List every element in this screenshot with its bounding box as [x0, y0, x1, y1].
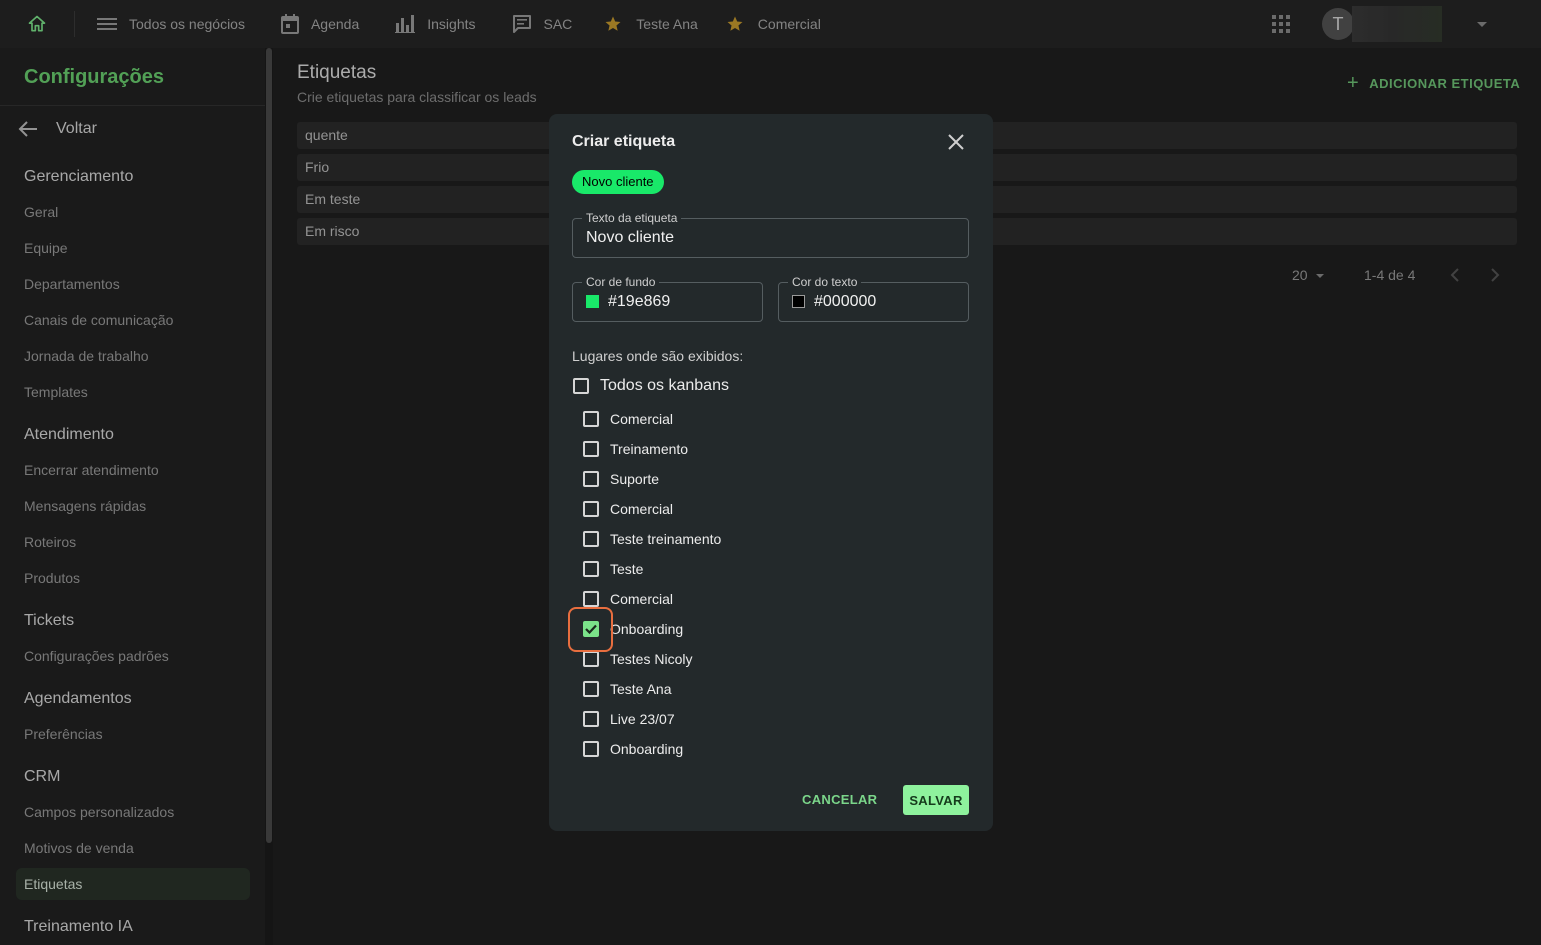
field-label: Cor de fundo: [582, 275, 660, 289]
places-label: Lugares onde são exibidos:: [572, 348, 744, 364]
checkbox-kanban[interactable]: Comercial: [583, 501, 673, 517]
bg-color-input[interactable]: #19e869: [608, 293, 670, 311]
checkbox-label: Treinamento: [610, 441, 689, 457]
checkbox-kanban[interactable]: Suporte: [583, 471, 659, 487]
checkbox-kanban[interactable]: Comercial: [583, 411, 673, 427]
close-icon[interactable]: [947, 133, 965, 156]
checkbox-label: Todos os kanbans: [600, 377, 729, 394]
save-button[interactable]: SALVAR: [903, 785, 969, 815]
checkbox[interactable]: [573, 378, 589, 394]
checkbox[interactable]: [583, 591, 599, 607]
checkbox[interactable]: [583, 651, 599, 667]
checkbox-label: Comercial: [610, 411, 674, 427]
checkbox[interactable]: [583, 501, 599, 517]
bg-color-swatch[interactable]: [586, 295, 599, 308]
checkbox-kanban[interactable]: Treinamento: [583, 441, 688, 457]
checkbox-kanban[interactable]: Comercial: [583, 591, 673, 607]
checkbox-label: Onboarding: [610, 621, 684, 637]
checkbox-kanban[interactable]: Teste treinamento: [583, 531, 721, 547]
text-color-input[interactable]: #000000: [814, 293, 876, 311]
checkbox-label: Testes Nicoly: [610, 651, 693, 667]
tag-preview-chip: Novo cliente: [572, 170, 664, 194]
focus-highlight-ring: [568, 607, 613, 652]
checkbox-kanban[interactable]: Live 23/07: [583, 711, 675, 727]
checkbox[interactable]: [583, 531, 599, 547]
field-label: Cor do texto: [788, 275, 862, 289]
cancel-button[interactable]: CANCELAR: [802, 792, 877, 807]
checkbox-label: Teste treinamento: [610, 531, 722, 547]
checkbox-label: Comercial: [610, 501, 674, 517]
checkbox[interactable]: [583, 441, 599, 457]
checkbox-label: Onboarding: [610, 741, 684, 757]
text-color-field[interactable]: Cor do texto #000000: [778, 275, 969, 322]
text-color-swatch[interactable]: [792, 295, 805, 308]
checkbox[interactable]: [583, 681, 599, 697]
dialog-title: Criar etiqueta: [572, 133, 676, 150]
checkbox-label: Teste Ana: [610, 681, 672, 697]
create-tag-dialog: Criar etiqueta Novo cliente Texto da eti…: [549, 114, 993, 831]
checkbox[interactable]: [583, 711, 599, 727]
checkbox-kanban[interactable]: Teste Ana: [583, 681, 672, 697]
tag-text-input[interactable]: Novo cliente: [586, 229, 674, 247]
checkbox[interactable]: [583, 471, 599, 487]
checkbox-label: Live 23/07: [610, 711, 675, 727]
checkbox[interactable]: [583, 741, 599, 757]
checkbox-all-kanbans[interactable]: Todos os kanbans: [573, 377, 729, 395]
checkbox-label: Comercial: [610, 591, 674, 607]
checkbox[interactable]: [583, 561, 599, 577]
checkbox-kanban[interactable]: Teste: [583, 561, 643, 577]
field-label: Texto da etiqueta: [582, 211, 682, 225]
tag-text-field[interactable]: Texto da etiqueta Novo cliente: [572, 211, 969, 258]
checkbox-label: Teste: [610, 561, 644, 577]
bg-color-field[interactable]: Cor de fundo #19e869: [572, 275, 763, 322]
checkbox-kanban[interactable]: Onboarding: [583, 741, 683, 757]
checkbox-label: Suporte: [610, 471, 660, 487]
checkbox[interactable]: [583, 411, 599, 427]
checkbox-kanban[interactable]: Testes Nicoly: [583, 651, 692, 667]
